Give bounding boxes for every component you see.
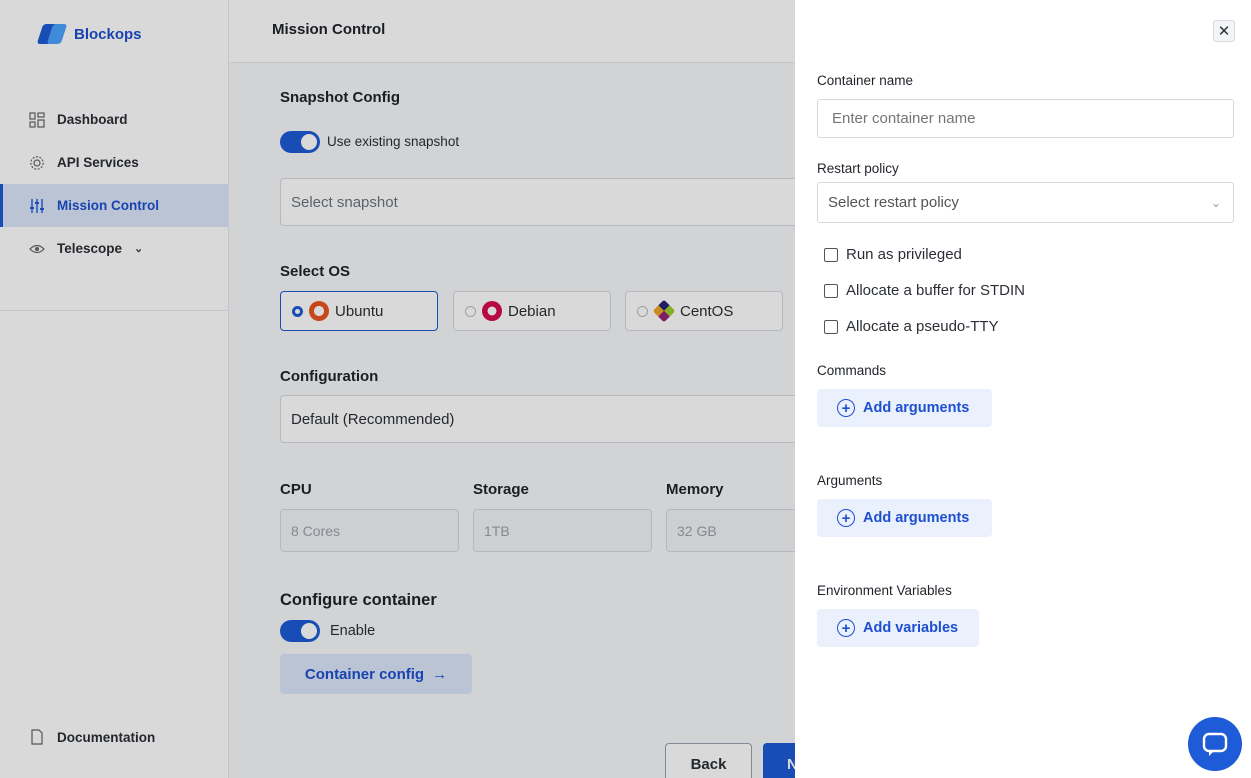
chat-support-button[interactable] bbox=[1188, 717, 1242, 771]
container-config-drawer: ✕ Container name Restart policy Select r… bbox=[795, 0, 1251, 778]
add-arguments-button[interactable]: + Add arguments bbox=[817, 499, 992, 537]
plus-circle-icon: + bbox=[837, 399, 855, 417]
plus-circle-icon: + bbox=[837, 509, 855, 527]
container-name-label: Container name bbox=[817, 73, 914, 88]
restart-policy-select[interactable]: Select restart policy ⌄ bbox=[817, 182, 1234, 223]
chevron-down-icon: ⌄ bbox=[1210, 195, 1221, 210]
plus-circle-icon: + bbox=[837, 619, 855, 637]
env-variables-label: Environment Variables bbox=[817, 583, 952, 598]
allocate-tty-checkbox[interactable] bbox=[824, 319, 838, 334]
allocate-stdin-checkbox[interactable] bbox=[824, 283, 838, 298]
restart-policy-placeholder: Select restart policy bbox=[828, 194, 959, 211]
run-privileged-checkbox[interactable] bbox=[824, 247, 838, 262]
checkbox-label: Allocate a pseudo-TTY bbox=[846, 318, 999, 335]
button-label: Add arguments bbox=[863, 510, 970, 526]
add-command-arguments-button[interactable]: + Add arguments bbox=[817, 389, 992, 427]
allocate-stdin-option[interactable]: Allocate a buffer for STDIN bbox=[824, 282, 1025, 299]
modal-backdrop[interactable] bbox=[0, 0, 795, 778]
checkbox-label: Allocate a buffer for STDIN bbox=[846, 282, 1025, 299]
allocate-tty-option[interactable]: Allocate a pseudo-TTY bbox=[824, 318, 999, 335]
restart-policy-label: Restart policy bbox=[817, 161, 899, 176]
run-privileged-option[interactable]: Run as privileged bbox=[824, 246, 962, 263]
close-icon[interactable]: ✕ bbox=[1213, 20, 1235, 42]
container-name-input[interactable] bbox=[817, 99, 1234, 138]
button-label: Add arguments bbox=[863, 400, 970, 416]
commands-label: Commands bbox=[817, 363, 887, 378]
chat-bubble-icon bbox=[1202, 732, 1228, 756]
arguments-label: Arguments bbox=[817, 473, 883, 488]
button-label: Add variables bbox=[863, 620, 959, 636]
checkbox-label: Run as privileged bbox=[846, 246, 962, 263]
add-variables-button[interactable]: + Add variables bbox=[817, 609, 979, 647]
